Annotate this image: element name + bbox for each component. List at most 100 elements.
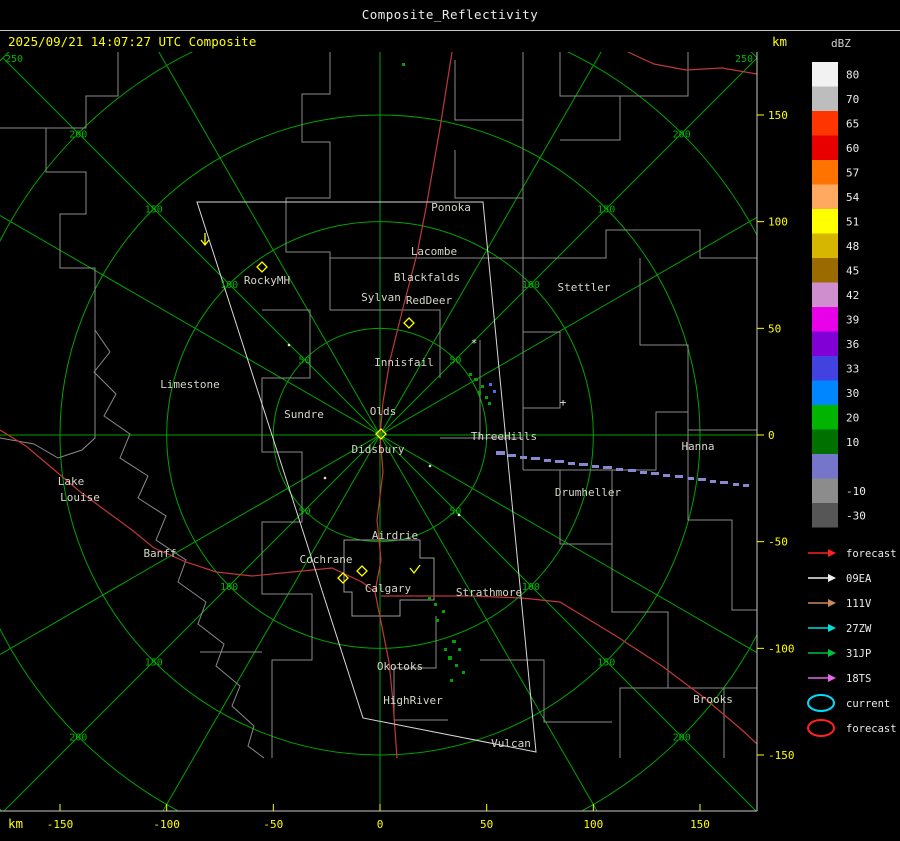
- city-label: ThreeHills: [471, 430, 537, 443]
- radar-echo: [434, 603, 437, 606]
- city-label: Olds: [370, 405, 397, 418]
- town-dot: [287, 343, 291, 347]
- range-ring-label: 200: [673, 733, 691, 744]
- x-tick-label: 100: [583, 818, 603, 831]
- y-tick-label: 100: [768, 216, 788, 229]
- radar-echo: [603, 466, 612, 469]
- colorbar-swatch: [812, 209, 838, 234]
- radar-echo: [469, 373, 472, 376]
- city-label: Brooks: [693, 693, 733, 706]
- city-label: Strathmore: [456, 586, 522, 599]
- colorbar-swatch: [812, 478, 838, 503]
- city-label: RockyMH: [244, 274, 290, 287]
- colorbar-swatch: [812, 454, 838, 479]
- radar-echo: [452, 640, 456, 643]
- legend-label: 18TS: [846, 673, 871, 685]
- colorbar-swatch: [812, 111, 838, 136]
- radar-echo: [508, 454, 516, 457]
- radar-echo: [698, 478, 706, 481]
- city-label: Louise: [60, 491, 100, 504]
- radar-echo: [485, 396, 488, 399]
- colorbar-value-label: 57: [846, 166, 859, 179]
- range-ring-label: 100: [522, 582, 540, 593]
- colorbar-value-label: 39: [846, 313, 859, 326]
- colorbar-swatch: [812, 135, 838, 160]
- range-ring-label: 50: [449, 356, 461, 367]
- colorbar-swatch: [812, 62, 838, 87]
- range-ring-label: 150: [597, 657, 615, 668]
- colorbar-swatch: [812, 86, 838, 111]
- city-label: Limestone: [160, 378, 220, 391]
- radar-echo: [458, 648, 461, 651]
- radar-echo: [544, 459, 551, 462]
- radar-echo: [616, 468, 623, 471]
- range-ring-label: 250: [735, 54, 753, 65]
- colorbar-swatch: [812, 184, 838, 209]
- town-dot: [457, 513, 461, 517]
- colorbar-value-label: 54: [846, 191, 860, 204]
- city-label: Stettler: [558, 281, 611, 294]
- timestamp: 2025/09/21 14:07:27 UTC Composite: [8, 34, 256, 49]
- colorbar-title: dBZ: [831, 37, 851, 50]
- city-label: Hanna: [681, 440, 714, 453]
- y-tick-label: 50: [768, 322, 781, 335]
- radar-echo: [531, 457, 540, 460]
- range-ring-label: 100: [220, 582, 238, 593]
- radar-echo: [663, 474, 670, 477]
- colorbar-value-label: 70: [846, 93, 859, 106]
- x-tick-label: -100: [153, 818, 180, 831]
- city-label: Didsbury: [352, 443, 405, 456]
- range-ring-label: 100: [522, 280, 540, 291]
- range-ring-label: 150: [145, 657, 163, 668]
- radar-echo: [710, 480, 716, 483]
- colorbar-swatch: [812, 380, 838, 405]
- radar-echo: [628, 469, 636, 472]
- radar-echo: [444, 648, 447, 651]
- town-dot: [323, 476, 327, 480]
- colorbar-value-label: 65: [846, 117, 859, 130]
- radar-echo: [448, 656, 452, 660]
- city-label: Lacombe: [411, 245, 457, 258]
- colorbar-value-label: 20: [846, 411, 859, 424]
- city-label: Sundre: [284, 408, 324, 421]
- colorbar-swatch: [812, 331, 838, 356]
- radar-echo: [455, 664, 458, 667]
- colorbar-value-label: 33: [846, 362, 859, 375]
- range-ring-label: 200: [673, 129, 691, 140]
- radar-echo: [651, 472, 659, 475]
- range-ring-label: 50: [299, 506, 311, 517]
- y-tick-label: 0: [768, 429, 775, 442]
- city-label: RedDeer: [406, 294, 453, 307]
- city-label: Blackfalds: [394, 271, 460, 284]
- radar-echo: [640, 471, 647, 474]
- radar-echo: [493, 390, 496, 393]
- range-ring-label: 250: [5, 54, 23, 65]
- radar-echo: [688, 477, 694, 480]
- colorbar-value-label: 48: [846, 240, 859, 253]
- colorbar-swatch: [812, 307, 838, 332]
- city-label: Lake: [58, 475, 85, 488]
- colorbar-value-label: 51: [846, 215, 859, 228]
- colorbar-value-label: 60: [846, 142, 859, 155]
- legend-label: 31JP: [846, 648, 871, 660]
- colorbar-swatch: [812, 233, 838, 258]
- radar-echo: [496, 451, 505, 455]
- radar-echo: [579, 463, 588, 466]
- radar-echo: [555, 460, 564, 463]
- colorbar-value-label: 42: [846, 289, 859, 302]
- range-ring-label: 150: [145, 205, 163, 216]
- x-tick-label: 0: [377, 818, 384, 831]
- colorbar-swatch: [812, 429, 838, 454]
- city-label: Vulcan: [491, 737, 531, 750]
- y-tick-label: 150: [768, 109, 788, 122]
- city-label: HighRiver: [383, 694, 443, 707]
- legend-label: 27ZW: [846, 623, 872, 635]
- radar-echo: [568, 462, 575, 465]
- legend-label: 111V: [846, 598, 872, 610]
- colorbar-value-label: -30: [846, 509, 866, 522]
- city-label: Calgary: [365, 582, 412, 595]
- x-tick-label: -150: [47, 818, 74, 831]
- radar-echo: [450, 679, 453, 682]
- radar-echo: [474, 378, 478, 381]
- radar-echo: [488, 402, 491, 405]
